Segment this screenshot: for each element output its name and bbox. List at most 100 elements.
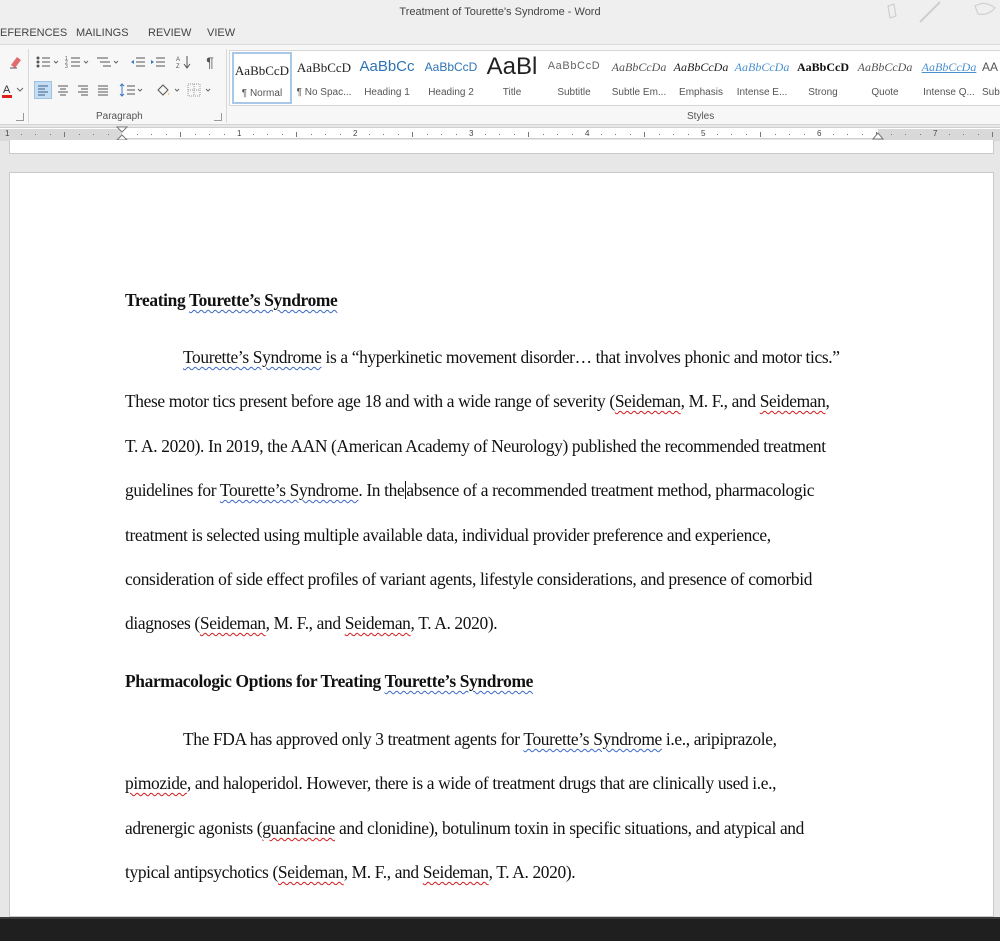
ruler-tick bbox=[528, 131, 529, 137]
svg-text:3: 3 bbox=[65, 64, 68, 69]
ruler-tick bbox=[992, 131, 993, 137]
paragraph-line: Tourette’s Syndrome is a “hyperkinetic m… bbox=[183, 347, 840, 367]
style-subtle-reference[interactable]: AA Sub bbox=[982, 51, 1000, 105]
style-emphasis[interactable]: AaBbCcDa Emphasis bbox=[672, 51, 730, 105]
group-separator bbox=[226, 49, 227, 123]
paragraph-line: diagnoses (Seideman, M. F., and Seideman… bbox=[125, 613, 498, 633]
ruler-tick bbox=[499, 133, 500, 135]
shading-icon[interactable] bbox=[154, 81, 184, 99]
ruler-tick bbox=[571, 133, 573, 135]
font-color-icon[interactable]: A bbox=[0, 81, 26, 99]
ruler-tick bbox=[194, 133, 196, 135]
ruler-tick bbox=[687, 133, 689, 135]
ruler-tick bbox=[412, 131, 413, 137]
style-strong[interactable]: AaBbCcD Strong bbox=[794, 51, 852, 105]
right-indent-marker-icon[interactable] bbox=[872, 128, 884, 140]
paragraph-line: pimozide, and haloperidol. However, ther… bbox=[125, 773, 777, 793]
style-quote[interactable]: AaBbCcDa Quote bbox=[854, 51, 916, 105]
ruler-tick bbox=[426, 133, 428, 135]
style-intense-quote[interactable]: AaBbCcDa Intense Q... bbox=[918, 51, 980, 105]
align-right-icon[interactable] bbox=[74, 81, 92, 99]
numbering-icon[interactable]: 123 bbox=[64, 53, 92, 71]
ruler-tick bbox=[209, 133, 210, 135]
previous-page-bottom bbox=[9, 140, 994, 154]
show-formatting-icon[interactable]: ¶ bbox=[200, 53, 220, 71]
decrease-indent-icon[interactable] bbox=[128, 53, 148, 71]
paragraph-line: These motor tics present before age 18 a… bbox=[125, 391, 830, 411]
paragraph-dialog-launcher-icon[interactable] bbox=[214, 113, 222, 121]
sort-icon[interactable]: AZ bbox=[174, 53, 194, 71]
clear-formatting-icon[interactable] bbox=[6, 53, 26, 71]
style-heading-2[interactable]: AaBbCcD Heading 2 bbox=[420, 51, 482, 105]
paragraph-line: adrenergic agonists (guanfacine and clon… bbox=[125, 818, 804, 838]
taskbar-edge bbox=[0, 917, 1000, 919]
ruler-tick bbox=[629, 133, 631, 135]
ruler-number: 7 bbox=[933, 129, 938, 138]
ruler-tick bbox=[600, 133, 602, 135]
ruler-tick bbox=[557, 133, 558, 135]
align-center-icon[interactable] bbox=[54, 81, 72, 99]
ruler-tick bbox=[136, 133, 138, 135]
svg-text:A: A bbox=[3, 84, 11, 96]
ruler-tick bbox=[20, 133, 22, 135]
justify-icon[interactable] bbox=[94, 81, 112, 99]
ribbon-tabs: EFERENCES MAILINGS REVIEW VIEW bbox=[0, 24, 1000, 44]
style-normal[interactable]: AaBbCcD ¶ Normal bbox=[232, 52, 292, 104]
ruler-tick bbox=[180, 131, 181, 137]
ruler-tick bbox=[890, 133, 892, 135]
ruler-tick bbox=[310, 133, 312, 135]
style-intense-emphasis[interactable]: AaBbCcDa Intense E... bbox=[732, 51, 792, 105]
ruler-tick bbox=[455, 133, 457, 135]
document-page[interactable]: Treating Tourette’s Syndrome Tourette’s … bbox=[9, 172, 994, 917]
ruler-tick bbox=[745, 133, 747, 135]
ruler-tick bbox=[368, 133, 370, 135]
ruler-tick bbox=[948, 133, 950, 135]
tab-view[interactable]: VIEW bbox=[207, 27, 235, 39]
ruler-tick bbox=[832, 133, 834, 135]
borders-icon[interactable] bbox=[186, 81, 214, 99]
ruler-tick bbox=[542, 133, 544, 135]
ruler-tick bbox=[803, 133, 805, 135]
paragraph-line: treatment is selected using multiple ava… bbox=[125, 525, 771, 545]
tab-review[interactable]: REVIEW bbox=[148, 27, 191, 39]
ruler-tick bbox=[861, 133, 863, 135]
section-heading: Pharmacologic Options for Treating Toure… bbox=[125, 671, 533, 691]
ruler-tick bbox=[107, 133, 109, 135]
tab-mailings[interactable]: MAILINGS bbox=[76, 27, 129, 39]
ruler-track: 1 1 2 3 4 5 6 7 bbox=[0, 127, 1000, 141]
section-heading: Treating Tourette’s Syndrome bbox=[125, 290, 338, 310]
ruler-tick bbox=[658, 133, 660, 135]
line-spacing-icon[interactable] bbox=[118, 81, 146, 99]
ruler-tick bbox=[281, 133, 283, 135]
ruler-number: 5 bbox=[701, 129, 706, 138]
paragraph-line: typical antipsychotics (Seideman, M. F.,… bbox=[125, 862, 576, 882]
ruler-tick bbox=[339, 133, 341, 135]
ruler-tick bbox=[78, 133, 80, 135]
ruler-tick bbox=[716, 133, 718, 135]
style-title[interactable]: AaBl Title bbox=[484, 51, 540, 105]
style-no-spacing[interactable]: AaBbCcD ¶ No Spac... bbox=[294, 51, 354, 105]
multilevel-list-icon[interactable] bbox=[94, 53, 122, 71]
ruler-number: 1 bbox=[237, 129, 242, 138]
ruler-tick bbox=[644, 131, 645, 137]
ruler-tick bbox=[963, 133, 964, 135]
styles-gallery: AaBbCcD ¶ Normal AaBbCcD ¶ No Spac... Aa… bbox=[229, 50, 1000, 106]
ruler-tick bbox=[441, 133, 442, 135]
svg-text:Z: Z bbox=[176, 64, 180, 70]
ribbon: A 123 AZ ¶ Paragraph AaBbCcD ¶ Normal Aa… bbox=[0, 44, 1000, 125]
ruler-tick bbox=[977, 133, 979, 135]
font-dialog-launcher-icon[interactable] bbox=[16, 113, 24, 121]
align-left-icon[interactable] bbox=[34, 81, 52, 99]
tab-references[interactable]: EFERENCES bbox=[0, 27, 67, 39]
paragraph-group-label: Paragraph bbox=[96, 111, 143, 122]
background-art-icon bbox=[887, 1, 996, 23]
style-subtle-emphasis[interactable]: AaBbCcDa Subtle Em... bbox=[608, 51, 670, 105]
increase-indent-icon[interactable] bbox=[148, 53, 168, 71]
style-subtitle[interactable]: AaBbCcD Subtitle bbox=[542, 51, 606, 105]
style-heading-1[interactable]: AaBbCc Heading 1 bbox=[356, 51, 418, 105]
ruler-tick bbox=[731, 133, 732, 135]
ruler-tick bbox=[93, 133, 94, 135]
bullets-icon[interactable] bbox=[34, 53, 62, 71]
ruler-tick bbox=[35, 133, 36, 135]
horizontal-ruler[interactable]: 1 1 2 3 4 5 6 7 bbox=[0, 126, 1000, 141]
